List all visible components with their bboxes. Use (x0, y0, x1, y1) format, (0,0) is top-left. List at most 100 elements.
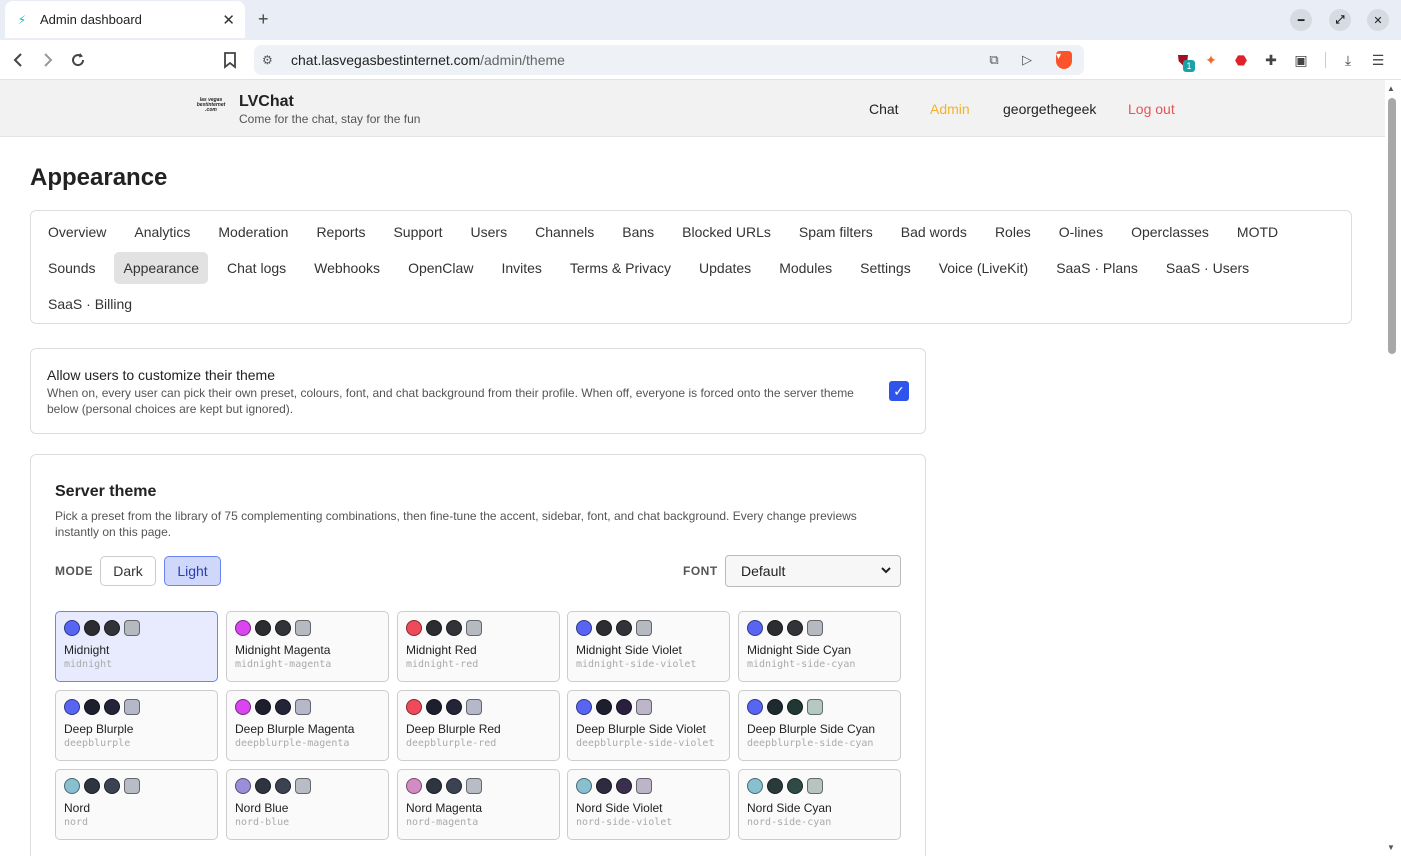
preset-card[interactable]: Deep Blurple Side Violet deepblurple-side… (567, 690, 730, 761)
admin-tab[interactable]: SaaS · Billing (39, 288, 141, 320)
wallet-icon[interactable]: ▣ (1290, 49, 1312, 71)
admin-tab[interactable]: Invites (492, 252, 550, 284)
admin-tab[interactable]: MOTD (1228, 216, 1287, 248)
open-external-icon[interactable]: ⧉ (983, 49, 1005, 71)
mode-light-button[interactable]: Light (164, 556, 221, 586)
admin-tab[interactable]: SaaS · Plans (1047, 252, 1147, 284)
site-logo[interactable]: las vegas bestinternet .com (195, 98, 227, 116)
admin-tab[interactable]: Users (462, 216, 517, 248)
color-swatch (64, 778, 80, 794)
admin-tab[interactable]: Updates (690, 252, 760, 284)
close-tab-icon[interactable]: ✕ (222, 11, 235, 29)
preset-card[interactable]: Deep Blurple Side Cyan deepblurple-side-c… (738, 690, 901, 761)
admin-tab[interactable]: Sounds (39, 252, 104, 284)
bookmark-icon[interactable] (219, 49, 241, 71)
rewards-icon[interactable]: ✦ (1200, 49, 1222, 71)
reload-icon[interactable] (67, 49, 89, 71)
color-swatch (636, 620, 652, 636)
brand-name[interactable]: LVChat (239, 93, 294, 111)
color-swatch (84, 778, 100, 794)
preset-card[interactable]: Deep Blurple Magenta deepblurple-magenta (226, 690, 389, 761)
color-swatch (104, 778, 120, 794)
color-swatch (406, 778, 422, 794)
preset-card[interactable]: Deep Blurple Red deepblurple-red (397, 690, 560, 761)
admin-tab[interactable]: SaaS · Users (1157, 252, 1258, 284)
admin-tab[interactable]: Bans (613, 216, 663, 248)
color-swatch (426, 620, 442, 636)
admin-tab[interactable]: Webhooks (305, 252, 389, 284)
nav-admin-link[interactable]: Admin (930, 101, 970, 117)
preset-card[interactable]: Midnight Side Violet midnight-side-violet (567, 611, 730, 682)
admin-tab[interactable]: Reports (307, 216, 374, 248)
admin-tab[interactable]: Spam filters (790, 216, 882, 248)
admin-tab[interactable]: Chat logs (218, 252, 295, 284)
preset-card[interactable]: Nord Side Cyan nord-side-cyan (738, 769, 901, 840)
preset-name: Nord Side Cyan (747, 801, 832, 815)
admin-tab[interactable]: Support (384, 216, 451, 248)
forward-icon[interactable] (37, 49, 59, 71)
admin-tab[interactable]: Analytics (125, 216, 199, 248)
preset-card[interactable]: Midnight Side Cyan midnight-side-cyan (738, 611, 901, 682)
preset-card[interactable]: Nord Blue nord-blue (226, 769, 389, 840)
menu-icon[interactable]: ☰ (1367, 49, 1389, 71)
browser-tab[interactable]: ⚡ Admin dashboard ✕ (5, 1, 245, 38)
nav-chat-link[interactable]: Chat (869, 101, 899, 117)
send-icon[interactable]: ▷ (1016, 49, 1038, 71)
preset-card[interactable]: Nord nord (55, 769, 218, 840)
scroll-down-icon[interactable]: ▼ (1387, 843, 1395, 852)
preset-card[interactable]: Deep Blurple deepblurple (55, 690, 218, 761)
color-swatch (446, 620, 462, 636)
allow-customize-checkbox[interactable]: ✓ (889, 381, 909, 401)
preset-card[interactable]: Nord Magenta nord-magenta (397, 769, 560, 840)
restore-icon[interactable]: ⤢ (1329, 9, 1351, 31)
adblock-icon[interactable]: ⬣ (1230, 49, 1252, 71)
color-swatch (275, 620, 291, 636)
preset-slug: deepblurple-side-violet (576, 738, 715, 749)
nav-logout-link[interactable]: Log out (1128, 101, 1175, 117)
admin-tab[interactable]: Appearance (114, 252, 208, 284)
admin-tab[interactable]: Moderation (209, 216, 297, 248)
preset-card[interactable]: Midnight Red midnight-red (397, 611, 560, 682)
preset-slug: deepblurple (64, 738, 131, 749)
admin-tab[interactable]: Operclasses (1122, 216, 1218, 248)
extension-shield-icon[interactable]: ⛊ 1 (1172, 49, 1195, 72)
preset-card[interactable]: Nord Side Violet nord-side-violet (567, 769, 730, 840)
admin-tab[interactable]: Roles (986, 216, 1040, 248)
new-tab-icon[interactable]: + (258, 8, 269, 30)
mode-dark-button[interactable]: Dark (100, 556, 156, 586)
brave-shields-icon[interactable]: ▾ (1053, 49, 1075, 71)
scroll-up-icon[interactable]: ▲ (1387, 84, 1395, 93)
color-swatch (787, 699, 803, 715)
admin-tab[interactable]: Channels (526, 216, 603, 248)
color-swatch (747, 699, 763, 715)
address-bar[interactable]: ⚙ chat.lasvegasbestinternet.com/admin/th… (254, 45, 1084, 75)
color-swatch (596, 778, 612, 794)
admin-tab[interactable]: Bad words (892, 216, 976, 248)
color-swatch (275, 778, 291, 794)
extensions-puzzle-icon[interactable]: ✚ (1260, 49, 1282, 71)
close-window-icon[interactable]: ✕ (1367, 9, 1389, 31)
preset-name: Midnight Side Cyan (747, 643, 852, 657)
admin-tab[interactable]: O-lines (1050, 216, 1112, 248)
preset-card[interactable]: Midnight Magenta midnight-magenta (226, 611, 389, 682)
url-path: /admin/theme (480, 52, 565, 68)
minimize-icon[interactable]: ━ (1290, 9, 1312, 31)
back-icon[interactable] (7, 49, 29, 71)
admin-tab[interactable]: Terms & Privacy (561, 252, 680, 284)
admin-tab[interactable]: Voice (LiveKit) (930, 252, 1037, 284)
site-settings-icon[interactable]: ⚙ (262, 53, 280, 67)
preset-card[interactable]: Midnight midnight (55, 611, 218, 682)
nav-user-link[interactable]: georgethegeek (1003, 101, 1096, 117)
download-icon[interactable]: ⤓ (1337, 49, 1359, 71)
scroll-thumb[interactable] (1388, 98, 1396, 354)
color-swatch (446, 778, 462, 794)
admin-tab[interactable]: OpenClaw (399, 252, 482, 284)
color-swatch (295, 699, 311, 715)
font-select[interactable]: Default (725, 555, 901, 587)
admin-tab[interactable]: Blocked URLs (673, 216, 780, 248)
preset-slug: midnight-magenta (235, 659, 332, 670)
admin-tab[interactable]: Overview (39, 216, 115, 248)
color-swatch (616, 620, 632, 636)
admin-tab[interactable]: Settings (851, 252, 920, 284)
admin-tab[interactable]: Modules (770, 252, 841, 284)
